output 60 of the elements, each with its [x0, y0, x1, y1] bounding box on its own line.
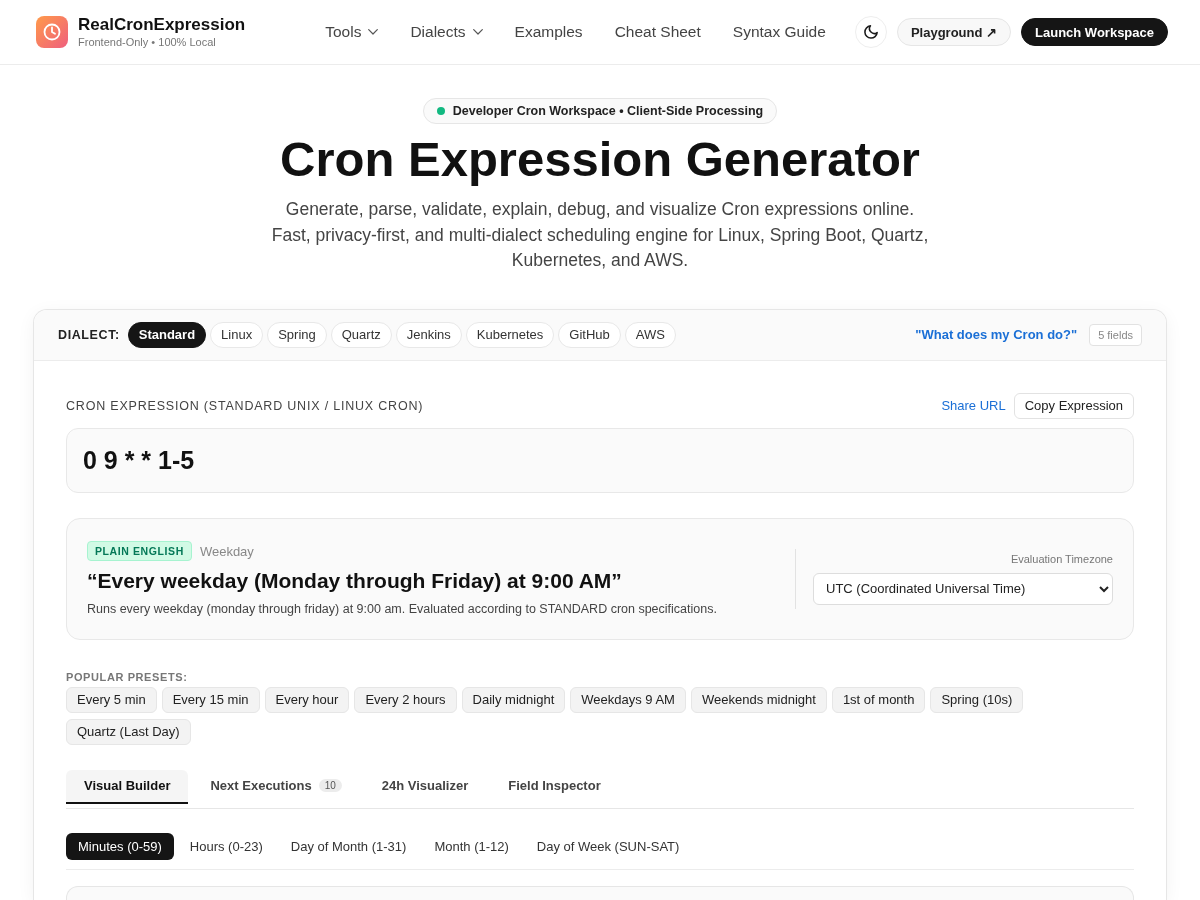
status-dot-icon: [436, 107, 445, 115]
playground-button[interactable]: Playground ↗: [896, 18, 1012, 46]
launch-workspace-button[interactable]: Launch Workspace: [1021, 18, 1168, 46]
field-tab[interactable]: Hours (0-23): [177, 832, 275, 860]
plain-english-tag: PLAIN ENGLISH: [87, 541, 192, 561]
nav-menu-button[interactable]: Tools: [325, 23, 379, 41]
dialect-option[interactable]: GitHub: [558, 321, 621, 348]
clock-icon: [36, 16, 68, 48]
preset-button[interactable]: Every 2 hours: [354, 686, 457, 713]
page-description: Generate, parse, validate, explain, debug, and visualize Cron expressions online. Fast, privacy-first, and multi-dialect scheduling engine for Linux, Spring Boot, Quartz, Kubernetes, and AWS.: [270, 198, 930, 272]
schedule-category: Weekday: [199, 543, 254, 559]
dialect-option[interactable]: AWS: [624, 321, 676, 348]
preset-button[interactable]: 1st of month: [831, 686, 926, 713]
preset-button[interactable]: Every 5 min: [66, 686, 157, 713]
preset-button[interactable]: Weekdays 9 AM: [570, 686, 686, 713]
dialect-option[interactable]: Quartz: [330, 321, 392, 348]
expression-input[interactable]: 0 9 * * 1-5: [66, 427, 1134, 493]
field-count-tag: 5 fields: [1089, 323, 1142, 346]
preset-button[interactable]: Every 15 min: [161, 686, 260, 713]
dialect-label: DIALECT:: [58, 327, 120, 342]
brand-name: RealCronExpression: [78, 15, 246, 35]
expression-label: CRON EXPRESSION (STANDARD UNIX / LINUX CRON): [66, 398, 424, 413]
explain-link[interactable]: "What does my Cron do?": [915, 327, 1078, 342]
nav-link[interactable]: Cheat Sheet: [614, 23, 701, 41]
caret-icon: [368, 29, 379, 35]
view-tab[interactable]: Field Inspector: [490, 769, 619, 804]
theme-toggle-button[interactable]: [854, 16, 887, 48]
dialect-option[interactable]: Standard: [127, 321, 207, 348]
dialect-option[interactable]: Spring: [267, 321, 327, 348]
page-title: Cron Expression Generator: [280, 131, 920, 187]
view-tab[interactable]: Visual Builder: [66, 769, 189, 804]
preset-button[interactable]: Daily midnight: [461, 686, 566, 713]
nav-link[interactable]: Examples: [514, 23, 583, 41]
moon-icon: [863, 25, 878, 39]
preset-button[interactable]: Weekends midnight: [690, 686, 827, 713]
dialect-option[interactable]: Jenkins: [395, 321, 462, 348]
dialect-option[interactable]: Linux: [210, 321, 264, 348]
field-tab[interactable]: Day of Week (SUN-SAT): [524, 832, 692, 860]
timezone-select[interactable]: UTC (Coordinated Universal Time): [813, 572, 1113, 605]
nav-link[interactable]: Syntax Guide: [732, 23, 826, 41]
preset-button[interactable]: Quartz (Last Day): [66, 718, 191, 745]
field-tab[interactable]: Minutes (0-59): [66, 832, 174, 860]
brand-tagline: Frontend-Only • 100% Local: [78, 35, 217, 49]
share-url-link[interactable]: Share URL: [941, 398, 1006, 413]
preset-button[interactable]: Spring (10s): [930, 686, 1024, 713]
caret-icon: [472, 29, 483, 35]
dialect-option[interactable]: Kubernetes: [465, 321, 555, 348]
preset-button[interactable]: Every hour: [264, 686, 350, 713]
view-tab[interactable]: 24h Visualizer: [363, 769, 487, 804]
copy-expression-button[interactable]: Copy Expression: [1013, 392, 1134, 419]
presets-label: POPULAR PRESETS:: [66, 670, 189, 683]
field-tab[interactable]: Month (1-12): [422, 832, 521, 860]
badge-text: Developer Cron Workspace • Client-Side Processing: [452, 104, 764, 118]
schedule-summary: “Every weekday (Monday through Friday) at 9:00 AM”: [87, 569, 623, 593]
timezone-label: Evaluation Timezone: [1010, 552, 1113, 565]
field-tab[interactable]: Day of Month (1-31): [278, 832, 419, 860]
view-tab[interactable]: Next Executions 10: [192, 769, 360, 804]
nav-menu-button[interactable]: Dialects: [410, 23, 483, 41]
count-badge: 10: [318, 779, 342, 792]
schedule-detail: Runs every weekday (monday through friday) at 9:00 am. Evaluated according to STANDARD cron specifications.: [87, 602, 718, 616]
